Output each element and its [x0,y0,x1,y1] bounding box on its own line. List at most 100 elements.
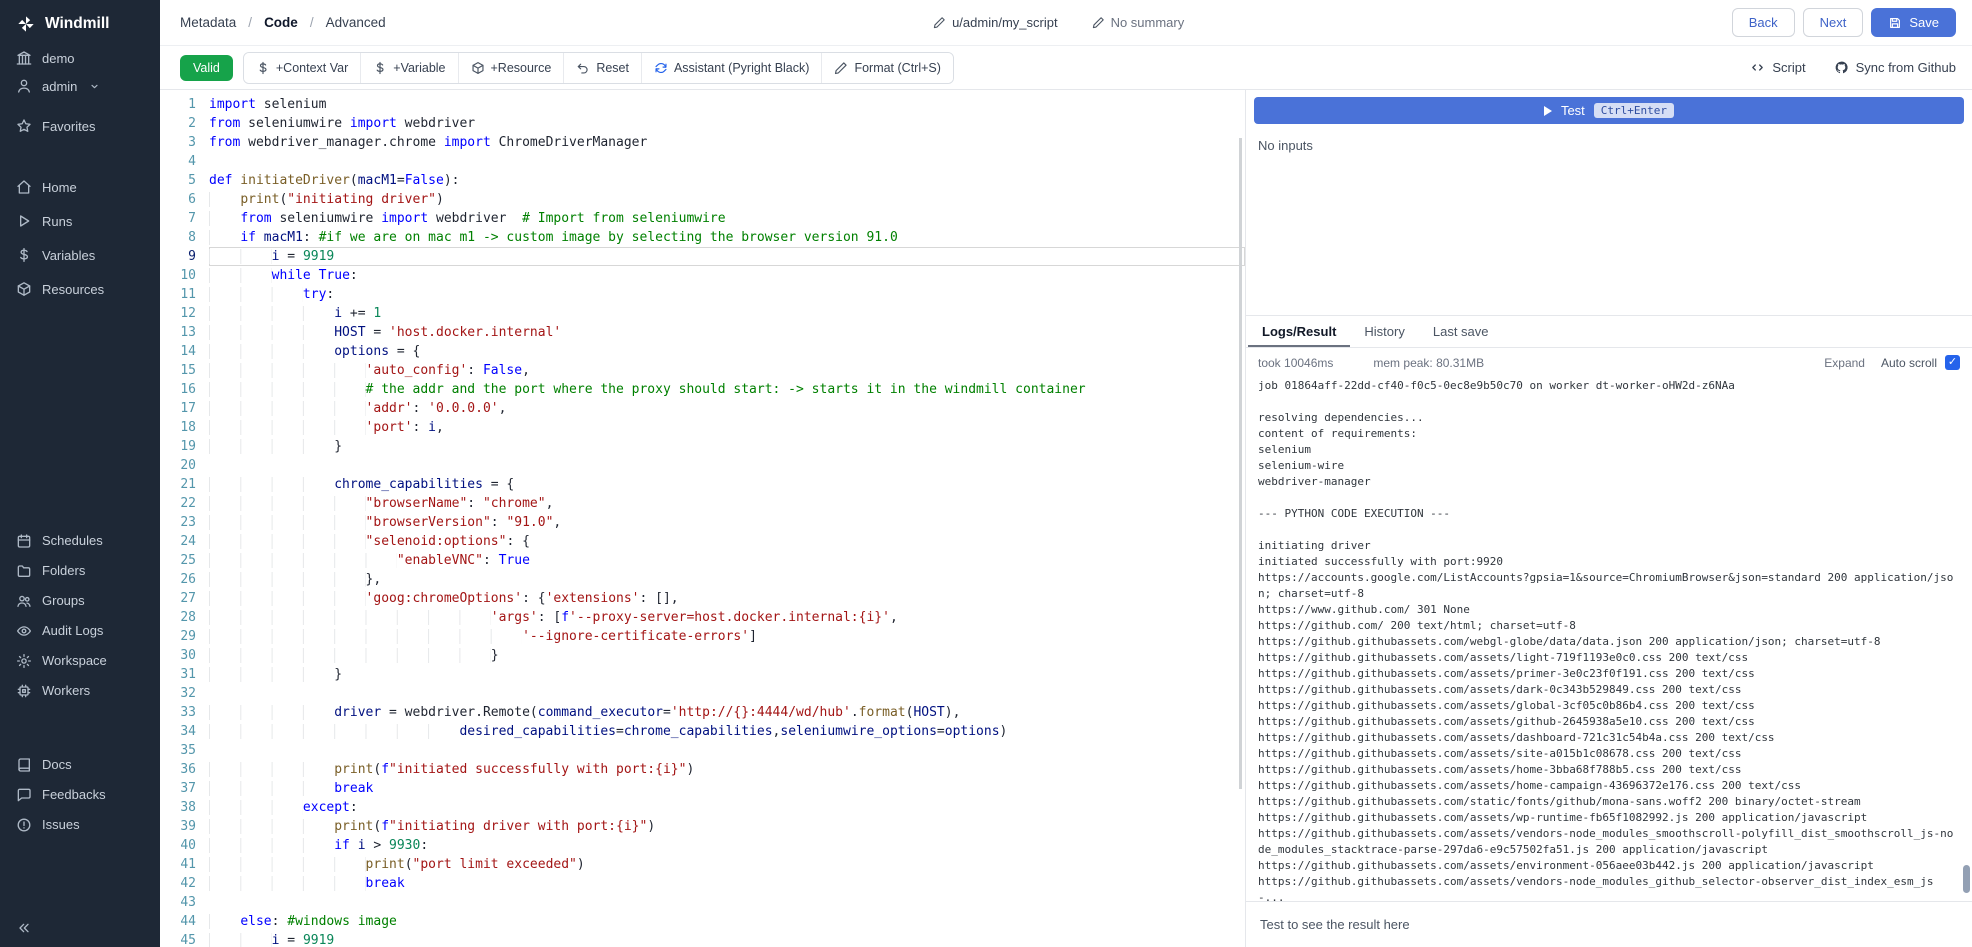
code-line-13[interactable]: 13 HOST = 'host.docker.internal' [160,323,1245,342]
code-line-37[interactable]: 37 break [160,779,1245,798]
sidebar-item-audit-logs[interactable]: Audit Logs [0,616,160,646]
editor-scrollbar-thumb[interactable] [1239,138,1242,789]
sidebar-item-workspace[interactable]: Workspace [0,646,160,676]
editor-scrollbar[interactable] [1234,90,1245,947]
code-line-8[interactable]: 8 if macM1: #if we are on mac m1 -> cust… [160,228,1245,247]
pencil-icon [1092,16,1105,29]
save-button[interactable]: Save [1871,8,1956,37]
code-editor[interactable]: 1import selenium2from seleniumwire impor… [160,90,1246,947]
logs-scrollbar-thumb[interactable] [1963,865,1970,893]
code-line-30[interactable]: 30 } [160,646,1245,665]
script-button[interactable]: Script [1750,60,1805,75]
assistant-pyright-black-button[interactable]: Assistant (Pyright Black) [641,53,821,83]
autoscroll-toggle[interactable]: Auto scroll [1881,355,1960,370]
code-line-33[interactable]: 33 driver = webdriver.Remote(command_exe… [160,703,1245,722]
sidebar-item-resources[interactable]: Resources [0,272,160,306]
back-button[interactable]: Back [1732,8,1795,37]
code-line-22[interactable]: 22 "browserName": "chrome", [160,494,1245,513]
tab-metadata[interactable]: Metadata [180,15,236,30]
format-ctrl-s-button[interactable]: Format (Ctrl+S) [821,53,952,83]
code-line-9[interactable]: 9 i = 9919 [160,247,1245,266]
sidebar-item-issues[interactable]: Issues [0,810,160,840]
user-icon [16,78,32,94]
tab-code[interactable]: Code [264,15,298,30]
code-line-14[interactable]: 14 options = { [160,342,1245,361]
code-line-3[interactable]: 3from webdriver_manager.chrome import Ch… [160,133,1245,152]
code-line-28[interactable]: 28 'args': [f'--proxy-server=host.docker… [160,608,1245,627]
code-line-39[interactable]: 39 print(f"initiating driver with port:{… [160,817,1245,836]
sidebar-workspace-selector[interactable]: demo [0,44,160,72]
test-button[interactable]: Test Ctrl+Enter [1254,97,1964,124]
code-line-44[interactable]: 44 else: #windows image [160,912,1245,931]
code-line-32[interactable]: 32 [160,684,1245,703]
result-tab-logs-result[interactable]: Logs/Result [1248,316,1350,347]
variable-button[interactable]: +Variable [360,53,457,83]
chevrons-left-icon [16,920,32,936]
code-line-17[interactable]: 17 'addr': '0.0.0.0', [160,399,1245,418]
next-button[interactable]: Next [1803,8,1864,37]
code-line-16[interactable]: 16 # the addr and the port where the pro… [160,380,1245,399]
sidebar-item-label: Variables [42,248,95,263]
sidebar-nav-secondary: SchedulesFoldersGroupsAudit LogsWorkspac… [0,526,160,706]
sidebar-item-schedules[interactable]: Schedules [0,526,160,556]
sidebar-item-runs[interactable]: Runs [0,204,160,238]
code-line-43[interactable]: 43 [160,893,1245,912]
code-line-38[interactable]: 38 except: [160,798,1245,817]
code-line-7[interactable]: 7 from seleniumwire import webdriver # I… [160,209,1245,228]
valid-badge[interactable]: Valid [180,55,233,81]
code-line-21[interactable]: 21 chrome_capabilities = { [160,475,1245,494]
code-line-12[interactable]: 12 i += 1 [160,304,1245,323]
code-line-24[interactable]: 24 "selenoid:options": { [160,532,1245,551]
code-line-41[interactable]: 41 print("port limit exceeded") [160,855,1245,874]
sidebar-item-home[interactable]: Home [0,170,160,204]
code-line-4[interactable]: 4 [160,152,1245,171]
tab-advanced[interactable]: Advanced [326,15,386,30]
code-line-1[interactable]: 1import selenium [160,95,1245,114]
sync-from-github-button[interactable]: Sync from Github [1834,60,1956,75]
sidebar-logo[interactable]: Windmill [0,0,160,44]
code-line-26[interactable]: 26 }, [160,570,1245,589]
code-line-27[interactable]: 27 'goog:chromeOptions': {'extensions': … [160,589,1245,608]
code-line-23[interactable]: 23 "browserVersion": "91.0", [160,513,1245,532]
sidebar-item-groups[interactable]: Groups [0,586,160,616]
sidebar-item-workers[interactable]: Workers [0,676,160,706]
autoscroll-checkbox[interactable] [1945,355,1960,370]
code-line-36[interactable]: 36 print(f"initiated successfully with p… [160,760,1245,779]
code-line-20[interactable]: 20 [160,456,1245,475]
context-var-button[interactable]: +Context Var [244,53,360,83]
result-tab-history[interactable]: History [1350,316,1418,347]
code-line-25[interactable]: 25 "enableVNC": True [160,551,1245,570]
code-line-34[interactable]: 34 desired_capabilities=chrome_capabilit… [160,722,1245,741]
code-line-15[interactable]: 15 'auto_config': False, [160,361,1245,380]
script-summary[interactable]: No summary [1092,15,1185,30]
sidebar-collapse-button[interactable] [0,913,160,947]
logs-output[interactable]: job 01864aff-22dd-cf40-f0c5-0ec8e9b50c70… [1246,375,1972,901]
sidebar-item-variables[interactable]: Variables [0,238,160,272]
sidebar-item-docs[interactable]: Docs [0,750,160,780]
resource-button[interactable]: +Resource [458,53,564,83]
code-line-18[interactable]: 18 'port': i, [160,418,1245,437]
result-tab-last-save[interactable]: Last save [1419,316,1503,347]
code-line-2[interactable]: 2from seleniumwire import webdriver [160,114,1245,133]
code-text: "enableVNC": True [209,551,1245,570]
code-line-6[interactable]: 6 print("initiating driver") [160,190,1245,209]
line-number: 8 [160,228,196,247]
code-line-35[interactable]: 35 [160,741,1245,760]
code-line-40[interactable]: 40 if i > 9930: [160,836,1245,855]
reset-button[interactable]: Reset [563,53,641,83]
code-line-19[interactable]: 19 } [160,437,1245,456]
code-line-45[interactable]: 45 i = 9919 [160,931,1245,947]
code-line-31[interactable]: 31 } [160,665,1245,684]
sidebar-item-favorites[interactable]: Favorites [0,112,160,140]
script-path[interactable]: u/admin/my_script [933,15,1057,30]
code-line-10[interactable]: 10 while True: [160,266,1245,285]
code-line-5[interactable]: 5def initiateDriver(macM1=False): [160,171,1245,190]
code-line-42[interactable]: 42 break [160,874,1245,893]
sidebar-item-folders[interactable]: Folders [0,556,160,586]
sidebar-item-feedbacks[interactable]: Feedbacks [0,780,160,810]
expand-button[interactable]: Expand [1824,356,1865,370]
code-line-29[interactable]: 29 '--ignore-certificate-errors'] [160,627,1245,646]
line-number: 36 [160,760,196,779]
sidebar-user-menu[interactable]: admin [0,72,160,100]
code-line-11[interactable]: 11 try: [160,285,1245,304]
